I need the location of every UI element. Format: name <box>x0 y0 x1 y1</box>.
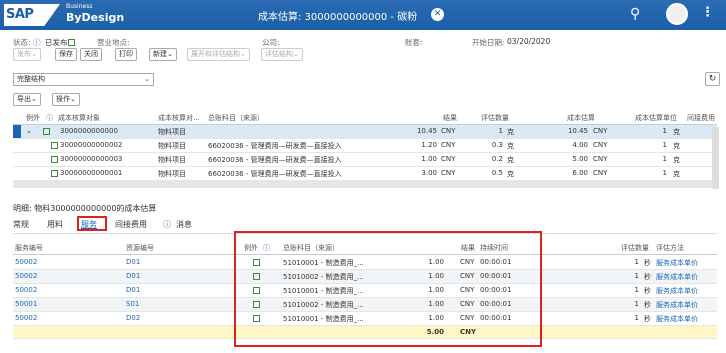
vertical-scrollbar[interactable] <box>712 127 719 189</box>
tab-materials[interactable]: 用料 <box>47 219 63 230</box>
row-selector[interactable] <box>13 125 21 138</box>
menu-icon[interactable]: ⋮ <box>701 5 714 20</box>
help-icon[interactable]: ⓘ <box>163 219 171 230</box>
sap-logo-text: SAP <box>6 7 34 22</box>
brand-bydesign: ByDesign <box>66 11 125 24</box>
start-date-value: 03/20/2020 <box>507 37 551 46</box>
tab-overhead[interactable]: 间接费用 <box>115 219 147 230</box>
chevron-down-icon[interactable]: ⌄ <box>26 127 32 135</box>
avatar[interactable] <box>666 3 688 25</box>
horizontal-scrollbar[interactable] <box>13 181 713 188</box>
released-checkbox <box>68 37 75 46</box>
account-label: 账套: <box>405 38 423 47</box>
search-icon[interactable]: ⚲ <box>630 6 640 22</box>
help-icon[interactable]: ⓘ <box>33 37 41 48</box>
brand-business: Business <box>66 3 93 10</box>
print-button[interactable]: 打印 <box>115 48 137 61</box>
start-date-label: 开始日期: <box>472 38 505 47</box>
chevron-down-icon: ⌄ <box>144 75 150 83</box>
release-button[interactable]: 发布⌄ <box>13 48 41 61</box>
company-label: 公司: <box>262 38 280 47</box>
page-title: 成本估算: 3000000000000 - 碳粉 <box>258 12 418 23</box>
refresh-icon[interactable]: ↻ <box>705 72 720 86</box>
help-icon[interactable]: ⓘ <box>46 113 53 123</box>
export-button[interactable]: 导出⌄ <box>13 93 41 106</box>
close-icon[interactable]: ✕ <box>431 8 444 21</box>
highlight-box <box>77 216 107 231</box>
released-text: 已发布 <box>45 38 68 47</box>
table-row[interactable]: 30000000000002 物料项目 66020036 - 管理费用—研发费—直接… <box>13 139 717 153</box>
tab-messages[interactable]: 消息 <box>176 219 192 230</box>
evaluate-structure-button[interactable]: 评估结构⌄ <box>261 48 303 61</box>
row-checkbox[interactable] <box>51 156 58 163</box>
table-row[interactable]: ⌄ 3000000000000 物料项目 10.45 CNY 1 克 10.45 CNY 1 克 <box>13 125 717 139</box>
row-checkbox[interactable] <box>51 142 58 149</box>
expand-evaluate-button[interactable]: 展开和评估结构⌄ <box>187 48 250 61</box>
table1-header: 例外 ⓘ 成本核算对象 成本核算对... 总账科目（来源） 结果 评估数量 成本… <box>13 111 717 125</box>
table-row[interactable]: 30000000000001 物料项目 66020036 - 管理费用—研发费—直接… <box>13 167 717 181</box>
structure-select[interactable]: 完整结构 ⌄ <box>13 73 154 86</box>
table-row[interactable]: 30000000000003 物料项目 66020036 - 管理费用—研发费—直接… <box>13 153 717 167</box>
new-button[interactable]: 新建⌄ <box>149 48 177 61</box>
plant-label: 营业地点: <box>97 38 130 47</box>
action-button[interactable]: 操作⌄ <box>52 93 80 106</box>
row-checkbox[interactable] <box>43 128 50 135</box>
tab-general[interactable]: 常规 <box>13 219 29 230</box>
highlight-box <box>234 231 542 347</box>
save-button[interactable]: 保存 <box>55 48 77 61</box>
row-checkbox[interactable] <box>51 170 58 177</box>
close-button[interactable]: 关闭 <box>80 48 102 61</box>
detail-title: 明细: 物料3000000000000的成本估算 <box>13 204 157 213</box>
status-label: 状态: <box>13 38 31 47</box>
